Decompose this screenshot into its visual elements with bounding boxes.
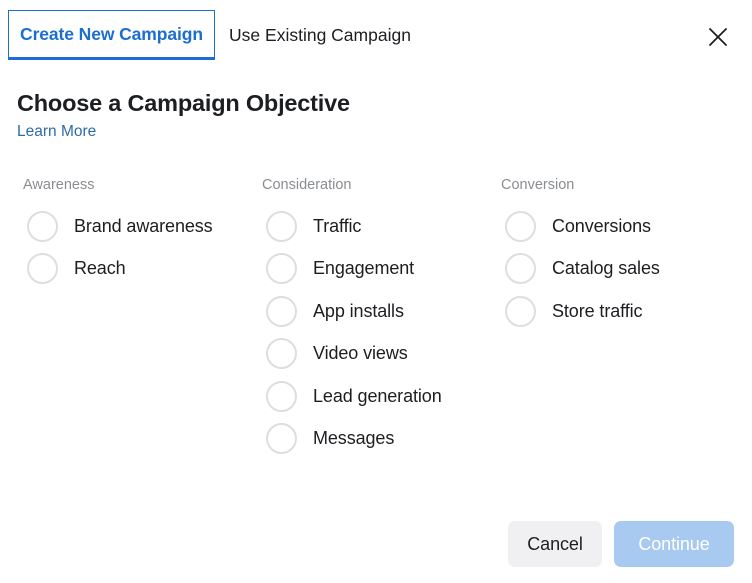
option-reach[interactable]: Reach [23, 248, 213, 291]
option-label: Lead generation [313, 386, 442, 407]
option-catalog-sales[interactable]: Catalog sales [501, 248, 660, 291]
close-icon [707, 26, 729, 48]
option-video-views[interactable]: Video views [262, 333, 442, 376]
option-traffic[interactable]: Traffic [262, 205, 442, 248]
option-label: Traffic [313, 216, 361, 237]
objective-column-consideration: Consideration Traffic Engagement App ins… [262, 176, 442, 460]
campaign-source-tabs: Create New Campaign Use Existing Campaig… [0, 0, 752, 72]
column-header-conversion: Conversion [501, 176, 660, 195]
option-label: Store traffic [552, 301, 642, 322]
option-engagement[interactable]: Engagement [262, 248, 442, 291]
radio-icon[interactable] [27, 253, 58, 284]
option-label: Conversions [552, 216, 651, 237]
radio-icon[interactable] [266, 296, 297, 327]
option-label: Reach [74, 258, 126, 279]
option-lead-generation[interactable]: Lead generation [262, 375, 442, 418]
tab-create-new-campaign[interactable]: Create New Campaign [8, 10, 215, 60]
option-app-installs[interactable]: App installs [262, 290, 442, 333]
radio-icon[interactable] [266, 423, 297, 454]
page-title: Choose a Campaign Objective [17, 88, 350, 118]
option-label: App installs [313, 301, 404, 322]
objective-column-conversion: Conversion Conversions Catalog sales Sto… [501, 176, 660, 333]
option-label: Engagement [313, 258, 414, 279]
option-label: Catalog sales [552, 258, 660, 279]
radio-icon[interactable] [266, 338, 297, 369]
option-label: Video views [313, 343, 408, 364]
close-button[interactable] [701, 20, 735, 54]
option-label: Messages [313, 428, 394, 449]
objective-column-awareness: Awareness Brand awareness Reach [23, 176, 213, 290]
option-conversions[interactable]: Conversions [501, 205, 660, 248]
option-brand-awareness[interactable]: Brand awareness [23, 205, 213, 248]
radio-icon[interactable] [505, 296, 536, 327]
campaign-objective-dialog: Create New Campaign Use Existing Campaig… [0, 0, 752, 583]
heading-block: Choose a Campaign Objective Learn More [17, 88, 350, 142]
learn-more-link[interactable]: Learn More [17, 122, 96, 142]
dialog-footer: Cancel Continue [508, 521, 734, 567]
radio-icon[interactable] [505, 253, 536, 284]
option-messages[interactable]: Messages [262, 418, 442, 461]
tab-use-existing-campaign[interactable]: Use Existing Campaign [222, 10, 418, 60]
option-label: Brand awareness [74, 216, 213, 237]
radio-icon[interactable] [505, 211, 536, 242]
radio-icon[interactable] [266, 211, 297, 242]
cancel-button[interactable]: Cancel [508, 521, 602, 567]
column-header-consideration: Consideration [262, 176, 442, 195]
continue-button[interactable]: Continue [614, 521, 734, 567]
radio-icon[interactable] [266, 253, 297, 284]
column-header-awareness: Awareness [23, 176, 213, 195]
option-store-traffic[interactable]: Store traffic [501, 290, 660, 333]
radio-icon[interactable] [27, 211, 58, 242]
radio-icon[interactable] [266, 381, 297, 412]
